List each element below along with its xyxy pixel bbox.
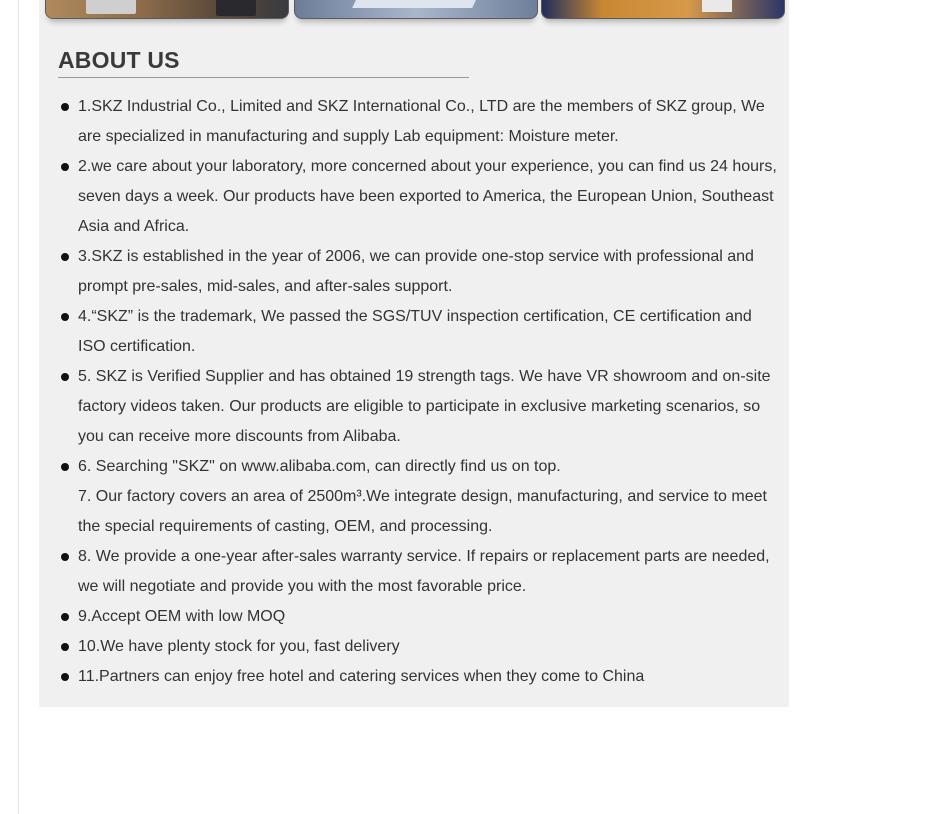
bullet-icon — [61, 463, 69, 471]
bullet-icon — [61, 103, 69, 111]
about-list-item-text: 1.SKZ Industrial Co., Limited and SKZ In… — [78, 98, 765, 145]
about-us-panel: ABOUT US 1.SKZ Industrial Co., Limited a… — [39, 0, 789, 707]
bullet-icon — [61, 253, 69, 261]
about-list-item-text: 9.Accept OEM with low MOQ — [78, 608, 286, 625]
bullet-icon — [61, 313, 69, 321]
factory-photo-strip — [45, 0, 785, 20]
about-list-item-text: 6. Searching "SKZ" on www.alibaba.com, c… — [78, 458, 561, 475]
bullet-icon — [61, 373, 69, 381]
bullet-icon — [61, 613, 69, 621]
about-us-list: 1.SKZ Industrial Co., Limited and SKZ In… — [39, 92, 789, 692]
heading-underline — [58, 77, 469, 78]
about-list-item: 8. We provide a one-year after-sales war… — [39, 542, 789, 602]
about-list-item-text: 10.We have plenty stock for you, fast de… — [78, 638, 400, 655]
about-list-item-text: 3.SKZ is established in the year of 2006… — [78, 248, 754, 295]
about-list-item: 9.Accept OEM with low MOQ — [39, 602, 789, 632]
about-list-item-text: 11.Partners can enjoy free hotel and cat… — [78, 668, 645, 685]
about-list-item-text: 5. SKZ is Verified Supplier and has obta… — [78, 368, 771, 445]
factory-photo-2[interactable] — [294, 0, 538, 19]
left-divider — [18, 0, 19, 814]
about-list-item-text: 8. We provide a one-year after-sales war… — [78, 548, 770, 595]
about-list-item: 4.“SKZ” is the trademark, We passed the … — [39, 302, 789, 362]
about-list-item-text: 2.we care about your laboratory, more co… — [78, 158, 777, 235]
bullet-icon — [61, 673, 69, 681]
bullet-icon — [61, 643, 69, 651]
bullet-icon — [61, 163, 69, 171]
about-list-item: 5. SKZ is Verified Supplier and has obta… — [39, 362, 789, 452]
about-list-item: 10.We have plenty stock for you, fast de… — [39, 632, 789, 662]
bullet-icon — [61, 553, 69, 561]
about-list-item-text: 7. Our factory covers an area of 2500m³.… — [78, 488, 767, 535]
page: ABOUT US 1.SKZ Industrial Co., Limited a… — [0, 0, 927, 814]
about-list-item: 7. Our factory covers an area of 2500m³.… — [39, 482, 789, 542]
about-list-item: 6. Searching "SKZ" on www.alibaba.com, c… — [39, 452, 789, 482]
factory-photo-3[interactable] — [541, 0, 785, 19]
about-list-item: 11.Partners can enjoy free hotel and cat… — [39, 662, 789, 692]
about-list-item: 1.SKZ Industrial Co., Limited and SKZ In… — [39, 92, 789, 152]
about-us-heading: ABOUT US — [58, 47, 180, 73]
factory-photo-1[interactable] — [45, 0, 289, 19]
about-list-item: 3.SKZ is established in the year of 2006… — [39, 242, 789, 302]
about-list-item-text: 4.“SKZ” is the trademark, We passed the … — [78, 308, 752, 355]
about-list-item: 2.we care about your laboratory, more co… — [39, 152, 789, 242]
